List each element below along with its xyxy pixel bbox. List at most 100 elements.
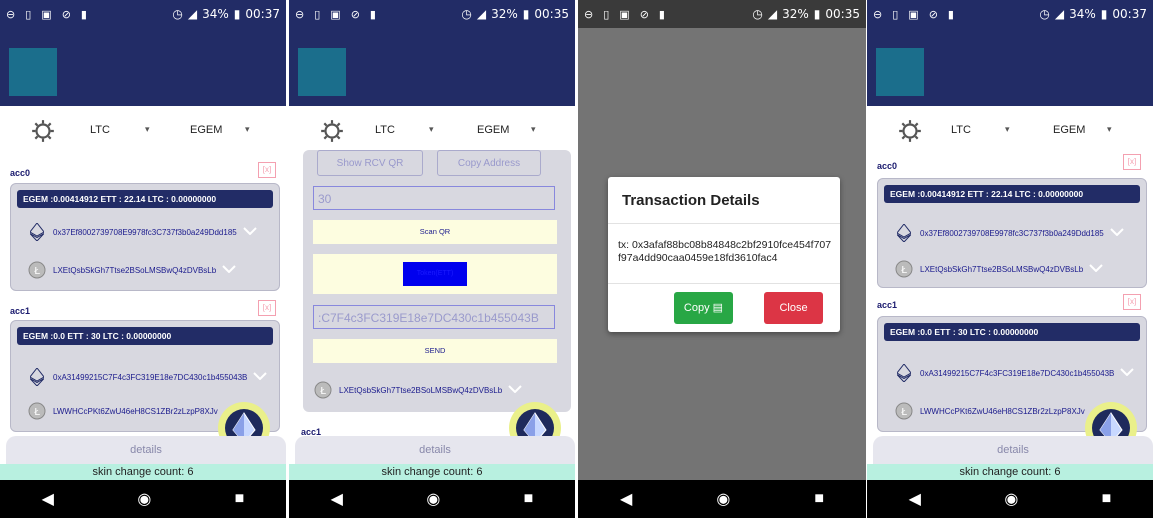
chevron-down-icon: ▾ (531, 124, 536, 134)
ltc-address: LXEtQsbSkGh7Ttse2BSoLMSBwQ4zDVBsLb (920, 264, 1084, 274)
remove-account-button[interactable]: [x] (258, 162, 276, 178)
coin-select-2[interactable]: EGEM (190, 124, 222, 136)
alarm-icon: ◷ (1039, 7, 1050, 21)
svg-text:Ł: Ł (319, 386, 326, 397)
send-button[interactable]: SEND (313, 339, 557, 363)
ltc-address-row[interactable]: Ł LXEtQsbSkGh7Ttse2BSoLMSBwQ4zDVBsLb (894, 259, 1103, 279)
home-icon[interactable]: ◉ (426, 489, 440, 509)
remove-account-button[interactable]: [x] (1123, 294, 1141, 310)
ltc-address-row[interactable]: Ł LWWHCcPKt6ZwU46eH8CS1ZBr2zLzpP8XJv (894, 401, 1085, 421)
chevron-down-icon[interactable] (253, 372, 268, 382)
dialog-title: Transaction Details (622, 192, 760, 209)
transaction-dialog: Transaction Details tx: 0x3afaf88bc08b84… (608, 177, 840, 332)
token-select-button[interactable]: Token(ETT) (403, 262, 467, 286)
recents-icon[interactable]: ■ (1102, 490, 1112, 508)
details-tab[interactable]: details (873, 436, 1153, 464)
copy-label: Copy (683, 302, 710, 314)
gear-icon[interactable] (30, 118, 56, 144)
recipient-input[interactable]: :C7F4c3FC319E18e7DC430c1b455043B (313, 305, 555, 329)
back-icon[interactable]: ◀ (42, 489, 54, 509)
battery-percent: 34% (202, 7, 229, 21)
coin-select-2[interactable]: EGEM (1053, 124, 1085, 136)
vpn-icon: ⊘ (61, 7, 71, 21)
chevron-down-icon[interactable] (1089, 264, 1103, 274)
remove-account-button[interactable]: [x] (258, 300, 276, 316)
gear-icon[interactable] (319, 118, 345, 144)
battery-icon: ▮ (233, 7, 241, 21)
screen-transaction-dialog: ⊖ ▯ ▣ ⊘ ▮ ◷ ◢ 32% ▮ 00:35 Transaction Details tx… (578, 0, 866, 518)
chevron-down-icon[interactable] (1110, 228, 1124, 238)
account-label: acc1 (877, 300, 898, 310)
gear-icon[interactable] (897, 118, 923, 144)
screen-wallet-1: ⊖ ▯ ▣ ⊘ ▮ ◷ ◢ 34% ▮ 00:37 LTC ▾ EGEM ▾ acc0 [x] … (0, 0, 286, 518)
coin-selector-row: LTC ▾ EGEM ▾ (0, 106, 286, 154)
sim-icon: ▯ (314, 7, 321, 21)
sim-icon: ▯ (25, 7, 32, 21)
amount-input[interactable]: 30 (313, 186, 555, 210)
chevron-down-icon[interactable] (508, 385, 522, 395)
ltc-address: LXEtQsbSkGh7Ttse2BSoLMSBwQ4zDVBsLb (53, 265, 217, 275)
signal-icon: ◢ (1054, 7, 1065, 21)
show-rcv-qr-button[interactable]: Show RCV QR (317, 150, 423, 176)
coin-select-1[interactable]: LTC (951, 124, 971, 136)
chevron-down-icon: ▾ (429, 124, 434, 134)
clock: 00:37 (245, 7, 280, 21)
alarm-icon: ◷ (752, 7, 763, 21)
vpn-icon: ⊘ (928, 7, 938, 21)
account-card: EGEM :0.00414912 ETT : 22.14 LTC : 0.000… (10, 183, 280, 291)
details-tab[interactable]: details (6, 436, 286, 464)
details-tab[interactable]: details (295, 436, 575, 464)
balance-bar: EGEM :0.0 ETT : 30 LTC : 0.00000000 (17, 327, 273, 345)
ltc-address-row[interactable]: Ł LXEtQsbSkGh7Ttse2BSoLMSBwQ4zDVBsLb (27, 260, 236, 280)
remove-account-button[interactable]: [x] (1123, 154, 1141, 170)
close-button[interactable]: Close (764, 292, 823, 324)
clock: 00:35 (825, 7, 860, 21)
coin-selector-row: LTC ▾ EGEM ▾ (289, 106, 575, 154)
back-icon[interactable]: ◀ (620, 489, 632, 509)
eth-address-row[interactable]: 0xA31499215C7F4c3FC319E18e7DC430c1b45504… (894, 363, 1135, 383)
litecoin-icon: Ł (894, 401, 914, 421)
ltc-address-row[interactable]: Ł LXEtQsbSkGh7Ttse2BSoLMSBwQ4zDVBsLb (313, 380, 522, 400)
chevron-down-icon[interactable] (243, 227, 257, 237)
eth-address: 0xA31499215C7F4c3FC319E18e7DC430c1b45504… (53, 372, 248, 382)
battery-percent: 32% (491, 7, 518, 21)
image-icon: ▣ (41, 7, 52, 21)
chevron-down-icon: ▾ (145, 124, 150, 134)
coin-select-1[interactable]: LTC (375, 124, 395, 136)
screen-wallet-2: ⊖ ▯ ▣ ⊘ ▮ ◷ ◢ 34% ▮ 00:37 LTC ▾ EGEM ▾ acc0 [x] … (867, 0, 1153, 518)
dnd-icon: ⊖ (873, 7, 883, 21)
back-icon[interactable]: ◀ (909, 489, 921, 509)
battery-percent: 34% (1069, 7, 1096, 21)
eth-address: 0xA31499215C7F4c3FC319E18e7DC430c1b45504… (920, 368, 1115, 378)
recents-icon[interactable]: ■ (814, 490, 824, 508)
home-icon[interactable]: ◉ (716, 489, 730, 509)
chevron-down-icon[interactable] (1120, 368, 1135, 378)
chevron-down-icon: ▾ (1107, 124, 1112, 134)
chevron-down-icon[interactable] (222, 265, 236, 275)
image-icon: ▣ (908, 7, 919, 21)
app-header (0, 28, 286, 106)
eth-address-row[interactable]: 0x37Ef8002739708E9978fc3C737f3b0a249Ddd1… (894, 223, 1124, 243)
copy-button[interactable]: Copy ▤ (674, 292, 733, 324)
copy-address-button[interactable]: Copy Address (437, 150, 541, 176)
eth-address: 0x37Ef8002739708E9978fc3C737f3b0a249Ddd1… (53, 227, 237, 237)
app-logo (298, 48, 346, 96)
back-icon[interactable]: ◀ (331, 489, 343, 509)
account-label: acc1 (10, 306, 31, 316)
clock: 00:37 (1112, 7, 1147, 21)
send-form-card: Show RCV QR Copy Address 30 Scan QR Toke… (303, 150, 571, 412)
coin-select-1[interactable]: LTC (90, 124, 110, 136)
svg-text:Ł: Ł (900, 265, 907, 276)
recents-icon[interactable]: ■ (524, 490, 534, 508)
home-icon[interactable]: ◉ (1004, 489, 1018, 509)
coin-select-2[interactable]: EGEM (477, 124, 509, 136)
android-nav-bar: ◀ ◉ ■ (289, 480, 575, 518)
signal-icon: ◢ (187, 7, 198, 21)
eth-address-row[interactable]: 0x37Ef8002739708E9978fc3C737f3b0a249Ddd1… (27, 222, 257, 242)
scan-qr-button[interactable]: Scan QR (313, 220, 557, 244)
recents-icon[interactable]: ■ (235, 490, 245, 508)
ltc-address-row[interactable]: Ł LWWHCcPKt6ZwU46eH8CS1ZBr2zLzpP8XJv (27, 401, 218, 421)
eth-address-row[interactable]: 0xA31499215C7F4c3FC319E18e7DC430c1b45504… (27, 367, 268, 387)
home-icon[interactable]: ◉ (137, 489, 151, 509)
ethereum-icon (894, 223, 914, 243)
